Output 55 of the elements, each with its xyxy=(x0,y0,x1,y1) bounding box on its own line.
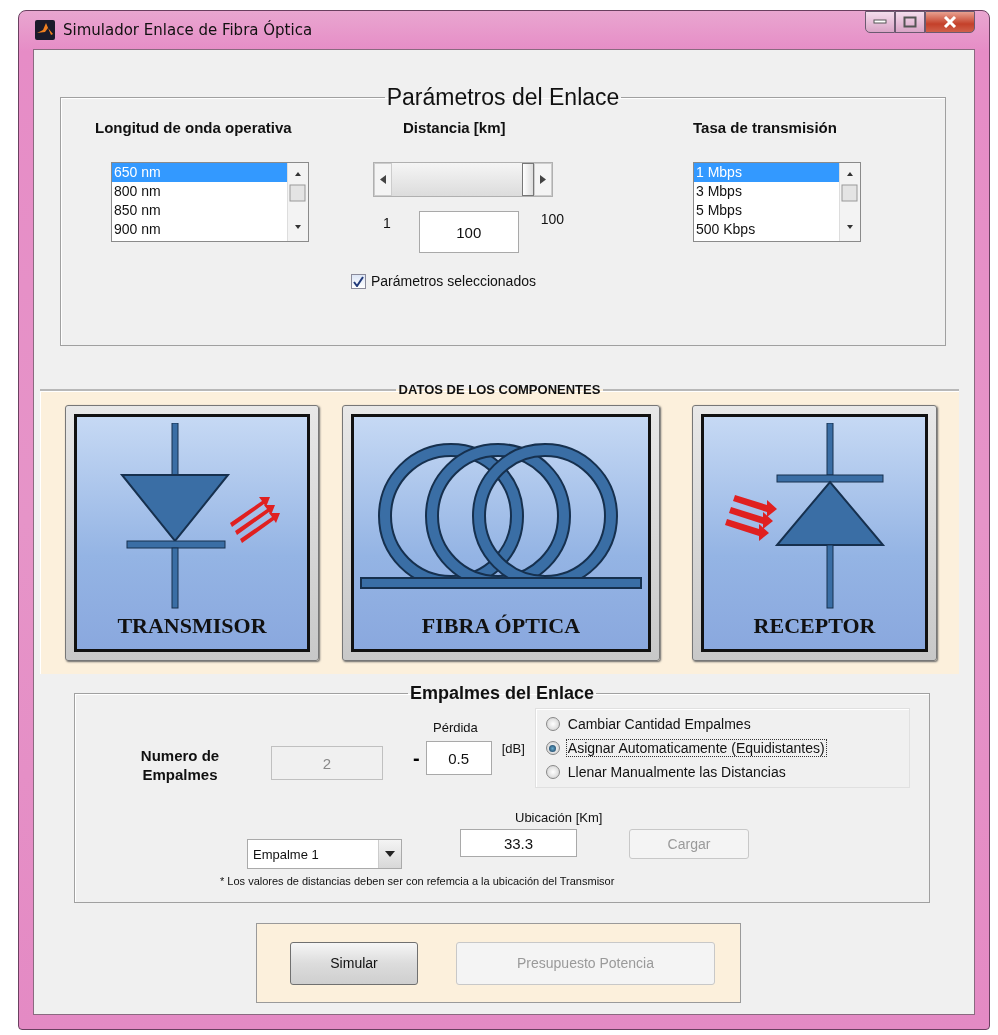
loss-input[interactable]: 0.5 xyxy=(425,741,492,775)
close-button[interactable] xyxy=(925,11,975,33)
transmitter-button[interactable]: TRANSMISOR xyxy=(65,405,319,661)
splice-dropdown[interactable]: Empalme 1 xyxy=(247,839,402,869)
checkbox[interactable] xyxy=(351,273,366,289)
location-label: Ubicación [Km] xyxy=(515,810,603,825)
window-title: Simulador Enlace de Fibra Óptica xyxy=(63,21,313,39)
scrollbar[interactable] xyxy=(287,163,308,241)
note-text: * Los valores de distancias deben ser con refemcia a la ubicación del Transmisor xyxy=(220,875,615,887)
list-option[interactable]: 500 Kbps xyxy=(694,220,839,239)
rate-label: Tasa de transmisión xyxy=(693,119,838,136)
panel-title: DATOS DE LOS COMPONENTES xyxy=(397,382,602,397)
maximize-icon xyxy=(903,16,917,28)
list-box[interactable]: 650 nm 800 nm 850 nm 900 nm xyxy=(111,162,309,242)
list-option[interactable]: 5 Mbps xyxy=(694,201,839,220)
radio-label[interactable]: Asignar Automaticamente (Equidistantes) xyxy=(565,739,827,757)
loss-label: Pérdida xyxy=(433,720,479,735)
maximize-button[interactable] xyxy=(895,11,925,33)
list-option[interactable]: 800 nm xyxy=(112,182,287,201)
min-value: 1 xyxy=(383,215,391,231)
splice-count-label: Numero de Empalmes xyxy=(139,746,221,785)
list-box[interactable]: 1 Mbps 3 Mbps 5 Mbps 500 Kbps xyxy=(693,162,861,242)
wavelength-label: Longitud de onda operativa xyxy=(95,119,293,136)
location-input[interactable]: 33.3 xyxy=(460,829,577,857)
minus-sign: - xyxy=(413,746,420,770)
fiber-button[interactable]: FIBRA ÓPTICA xyxy=(342,405,660,661)
scrollbar[interactable] xyxy=(839,163,860,241)
radio-label[interactable]: Cambiar Cantidad Empalmes xyxy=(565,715,753,733)
close-icon xyxy=(943,16,957,28)
checkbox-label[interactable]: Parámetros seleccionados xyxy=(371,273,536,289)
radio-label[interactable]: Llenar Manualmente las Distancias xyxy=(565,763,788,781)
right-arrow-icon xyxy=(540,175,546,184)
list-option[interactable]: 900 nm xyxy=(112,220,287,239)
dropdown-arrow-icon xyxy=(385,851,395,857)
minimize-icon xyxy=(873,19,887,25)
unit-label: [dB] xyxy=(501,741,525,756)
distance-input[interactable]: 100 xyxy=(418,211,519,253)
app-icon xyxy=(35,20,55,40)
radio-button[interactable] xyxy=(545,717,560,731)
slider-thumb[interactable] xyxy=(522,163,534,196)
radio-button[interactable] xyxy=(545,741,560,755)
left-arrow-icon xyxy=(380,175,386,184)
right-arrow-button[interactable] xyxy=(534,163,552,196)
radio-button[interactable] xyxy=(545,765,560,779)
slider-track[interactable] xyxy=(373,162,553,197)
list-option[interactable]: 850 nm xyxy=(112,201,287,220)
distance-label: Distancia [km] xyxy=(402,119,507,136)
panel-title: Parámetros del Enlace xyxy=(385,84,621,111)
minimize-button[interactable] xyxy=(865,11,895,33)
panel-title: Empalmes del Enlace xyxy=(408,683,596,704)
simulate-button[interactable]: Simular xyxy=(290,941,418,985)
list-option[interactable]: 3 Mbps xyxy=(694,182,839,201)
max-value: 100 xyxy=(540,211,565,227)
left-arrow-button[interactable] xyxy=(374,163,392,196)
receiver-button[interactable]: RECEPTOR xyxy=(692,405,937,661)
